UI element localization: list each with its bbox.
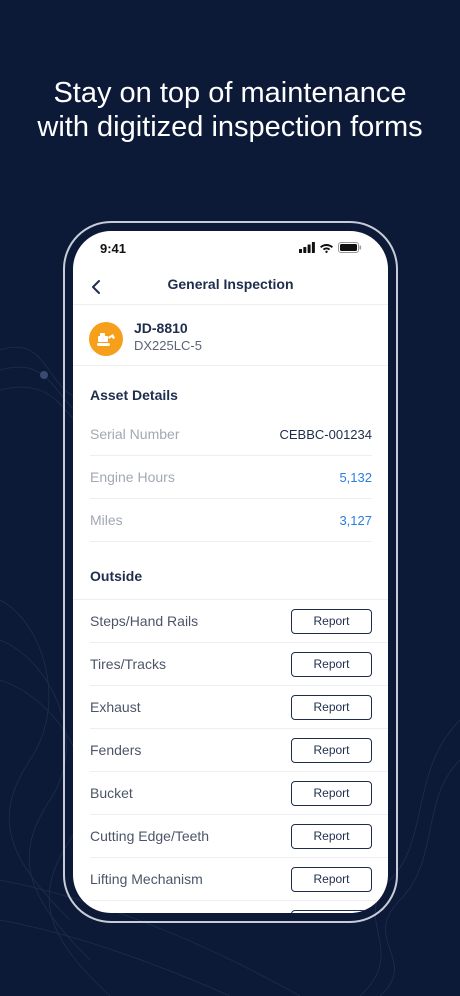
status-bar: 9:41 [73,231,388,269]
phone-screen: 9:41 General Inspection JD-8810 DX225LC-… [73,231,388,913]
inspection-item-steps-hand-rails: Steps/Hand Rails Report [90,600,388,643]
inspection-item-tires-tracks: Tires/Tracks Report [90,643,388,686]
report-button[interactable]: Report [291,608,372,634]
report-button[interactable]: Report [291,694,372,720]
asset-details-heading: Asset Details [90,387,178,403]
inspection-item-label: Lifting Mechanism [90,871,203,887]
excavator-icon [97,333,115,346]
wifi-icon [320,244,333,253]
detail-row-miles: Miles 3,127 [90,499,372,542]
detail-row-engine-hours: Engine Hours 5,132 [90,456,372,499]
inspection-item-fenders: Fenders Report [90,729,388,772]
inspection-item-label: Cutting Edge/Teeth [90,828,210,844]
inspection-item-lifting-mechanism: Lifting Mechanism Report [90,858,388,901]
signal-icon [299,242,315,253]
detail-label: Serial Number [90,426,180,442]
detail-value: CEBBC-001234 [279,426,373,442]
report-button[interactable]: Report [291,780,372,806]
status-time: 9:41 [100,241,127,256]
inspection-item-bucket: Bucket Report [90,772,388,815]
engine-hours-link[interactable]: 5,132 [339,470,372,485]
report-button[interactable]: Report [291,737,372,763]
report-button[interactable]: Report [291,651,372,677]
inspection-item-label: Bucket [90,785,133,801]
battery-icon [338,242,362,253]
status-icons [299,242,362,253]
miles-link[interactable]: 3,127 [339,513,372,528]
inspection-item-label: Steps/Hand Rails [90,613,199,629]
headline-line-2: with digitized inspection forms [37,111,423,143]
inspection-item-label: Tires/Tracks [90,656,166,672]
asset-avatar [89,322,123,356]
detail-label: Engine Hours [90,469,175,485]
page-title: General Inspection [167,276,294,292]
asset-model: DX225LC-5 [134,338,202,353]
asset-header: JD-8810 DX225LC-5 [73,305,388,366]
inspection-item-exhaust: Exhaust Report [90,686,388,729]
report-button[interactable]: Report [291,823,372,849]
detail-row-serial-number: Serial Number CEBBC-001234 [90,413,372,456]
inspection-item-label: Exhaust [90,699,141,715]
report-button[interactable]: Report [291,866,372,892]
nav-bar: General Inspection [73,269,388,305]
detail-label: Miles [90,512,123,528]
inspection-item-cutting-edge-teeth: Cutting Edge/Teeth Report [90,815,388,858]
asset-id: JD-8810 [134,320,188,336]
inspection-item-label: Fenders [90,742,142,758]
outside-heading: Outside [73,542,388,600]
headline: Stay on top of maintenance with digitize… [0,76,460,144]
headline-line-1: Stay on top of maintenance [53,77,407,109]
inspection-item-partial [90,901,388,913]
